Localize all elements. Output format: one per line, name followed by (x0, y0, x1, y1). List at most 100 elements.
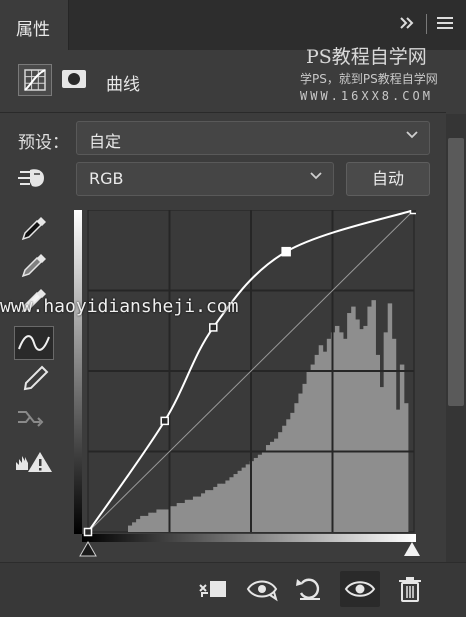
histogram-bar (351, 306, 356, 532)
histogram-bar (152, 512, 157, 532)
curve-point-icon[interactable] (14, 326, 54, 360)
watermark-overlay-url: www.haoyidiansheji.com (0, 296, 239, 317)
layer-mask-icon[interactable] (58, 64, 92, 96)
chevron-down-icon (309, 168, 323, 186)
histogram-bar (371, 300, 376, 532)
histogram-bar (274, 438, 279, 532)
histogram-bar (196, 496, 202, 532)
histogram-bar (294, 403, 299, 532)
header-divider (0, 112, 446, 113)
tab-properties[interactable]: 属性 (0, 0, 69, 50)
titlebar-divider (426, 14, 427, 34)
histogram-bar (355, 319, 360, 532)
auto-button[interactable]: 自动 (346, 162, 430, 196)
curves-graph[interactable] (74, 205, 419, 542)
histogram-bar (379, 387, 385, 532)
hamburger-menu-icon[interactable] (436, 15, 454, 36)
histogram-bar (176, 503, 182, 532)
histogram-bar (192, 496, 198, 532)
curve-point[interactable] (209, 323, 218, 332)
tab-properties-label: 属性 (16, 20, 50, 40)
curve-point-selected[interactable] (281, 246, 291, 257)
histogram-bar (128, 525, 133, 532)
histogram-bar (359, 329, 364, 532)
trash-icon[interactable] (392, 571, 428, 607)
histogram-bar (282, 425, 287, 532)
histogram-bar (261, 451, 267, 532)
white-point-slider[interactable] (404, 542, 420, 556)
histogram-bar (164, 509, 169, 532)
visibility-eye-icon[interactable] (340, 571, 380, 607)
histogram-bar (387, 303, 393, 532)
histogram-bar (314, 354, 320, 532)
black-point-slider[interactable] (79, 540, 97, 557)
histogram-bar (205, 490, 210, 532)
histogram-bar (132, 522, 137, 532)
histogram-bar (172, 506, 178, 532)
histogram-bar (290, 412, 295, 532)
histogram-bar (188, 499, 194, 532)
curves-adjustment-icon[interactable] (18, 64, 52, 96)
histogram-bar (136, 519, 141, 532)
histogram-bar (343, 338, 348, 532)
auto-button-label: 自动 (371, 169, 404, 188)
histogram-bar (375, 354, 380, 532)
histogram-bar (278, 432, 283, 532)
curve-point[interactable] (409, 205, 419, 215)
histogram-bar (140, 515, 145, 532)
histogram-bar (399, 364, 405, 532)
histogram-bar (298, 393, 303, 532)
histogram-bar (221, 483, 226, 532)
histogram-bar (148, 512, 153, 532)
preset-dropdown[interactable]: 自定 (76, 121, 430, 155)
histogram-bar (270, 441, 275, 532)
pencil-icon[interactable] (14, 362, 54, 396)
histogram-bar (245, 464, 251, 532)
histogram-bar (209, 490, 214, 532)
channel-dropdown[interactable]: RGB (76, 162, 334, 196)
histogram-bar (213, 486, 218, 532)
watermark-site-title: PS教程自学网 (306, 46, 427, 68)
histogram-bar (391, 338, 397, 532)
clipping-warning-icon[interactable] (14, 446, 54, 480)
histogram-bar (229, 477, 234, 532)
reset-icon[interactable] (292, 571, 328, 607)
scrollbar-thumb[interactable] (448, 138, 464, 406)
histogram-bar (326, 338, 332, 532)
histogram-bar (367, 306, 372, 532)
histogram-bar (310, 364, 316, 532)
histogram-bar (257, 454, 263, 532)
histogram-bar (241, 467, 247, 532)
clip-to-layer-icon[interactable] (196, 571, 232, 607)
curve-point[interactable] (160, 416, 169, 426)
chevron-down-icon (405, 127, 419, 145)
histogram-bar (339, 332, 344, 532)
histogram-bar (253, 457, 259, 532)
histogram-bar (237, 470, 243, 532)
histogram-bar (233, 474, 238, 532)
histogram-bar (395, 409, 401, 532)
eyedropper-black-icon[interactable] (14, 212, 54, 246)
histogram-bar (217, 483, 222, 532)
curves-graph-canvas[interactable] (74, 205, 419, 542)
view-previous-state-icon[interactable] (244, 571, 280, 607)
histogram-bar (334, 325, 340, 532)
histogram-bar (184, 499, 190, 532)
channel-value: RGB (89, 169, 124, 188)
preset-label: 预设： (18, 133, 69, 153)
watermark-tagline: 学PS，就到PS教程自学网 (300, 72, 438, 86)
histogram-bar (403, 403, 409, 532)
double-chevron-right-icon[interactable] (398, 14, 416, 37)
curve-point[interactable] (83, 527, 93, 537)
histogram-bar (318, 345, 324, 532)
bottom-toolbar (0, 562, 466, 617)
page-title: 曲线 (106, 75, 140, 95)
input-slider-track (79, 540, 420, 557)
histogram-bar (347, 313, 352, 532)
histogram-bar (302, 383, 307, 532)
hand-target-icon[interactable] (14, 162, 54, 196)
eyedropper-gray-icon[interactable] (14, 249, 54, 283)
histogram-bar (286, 419, 291, 532)
histogram-bar (322, 351, 328, 532)
watermark-domain: WWW.16XX8.COM (300, 89, 433, 103)
